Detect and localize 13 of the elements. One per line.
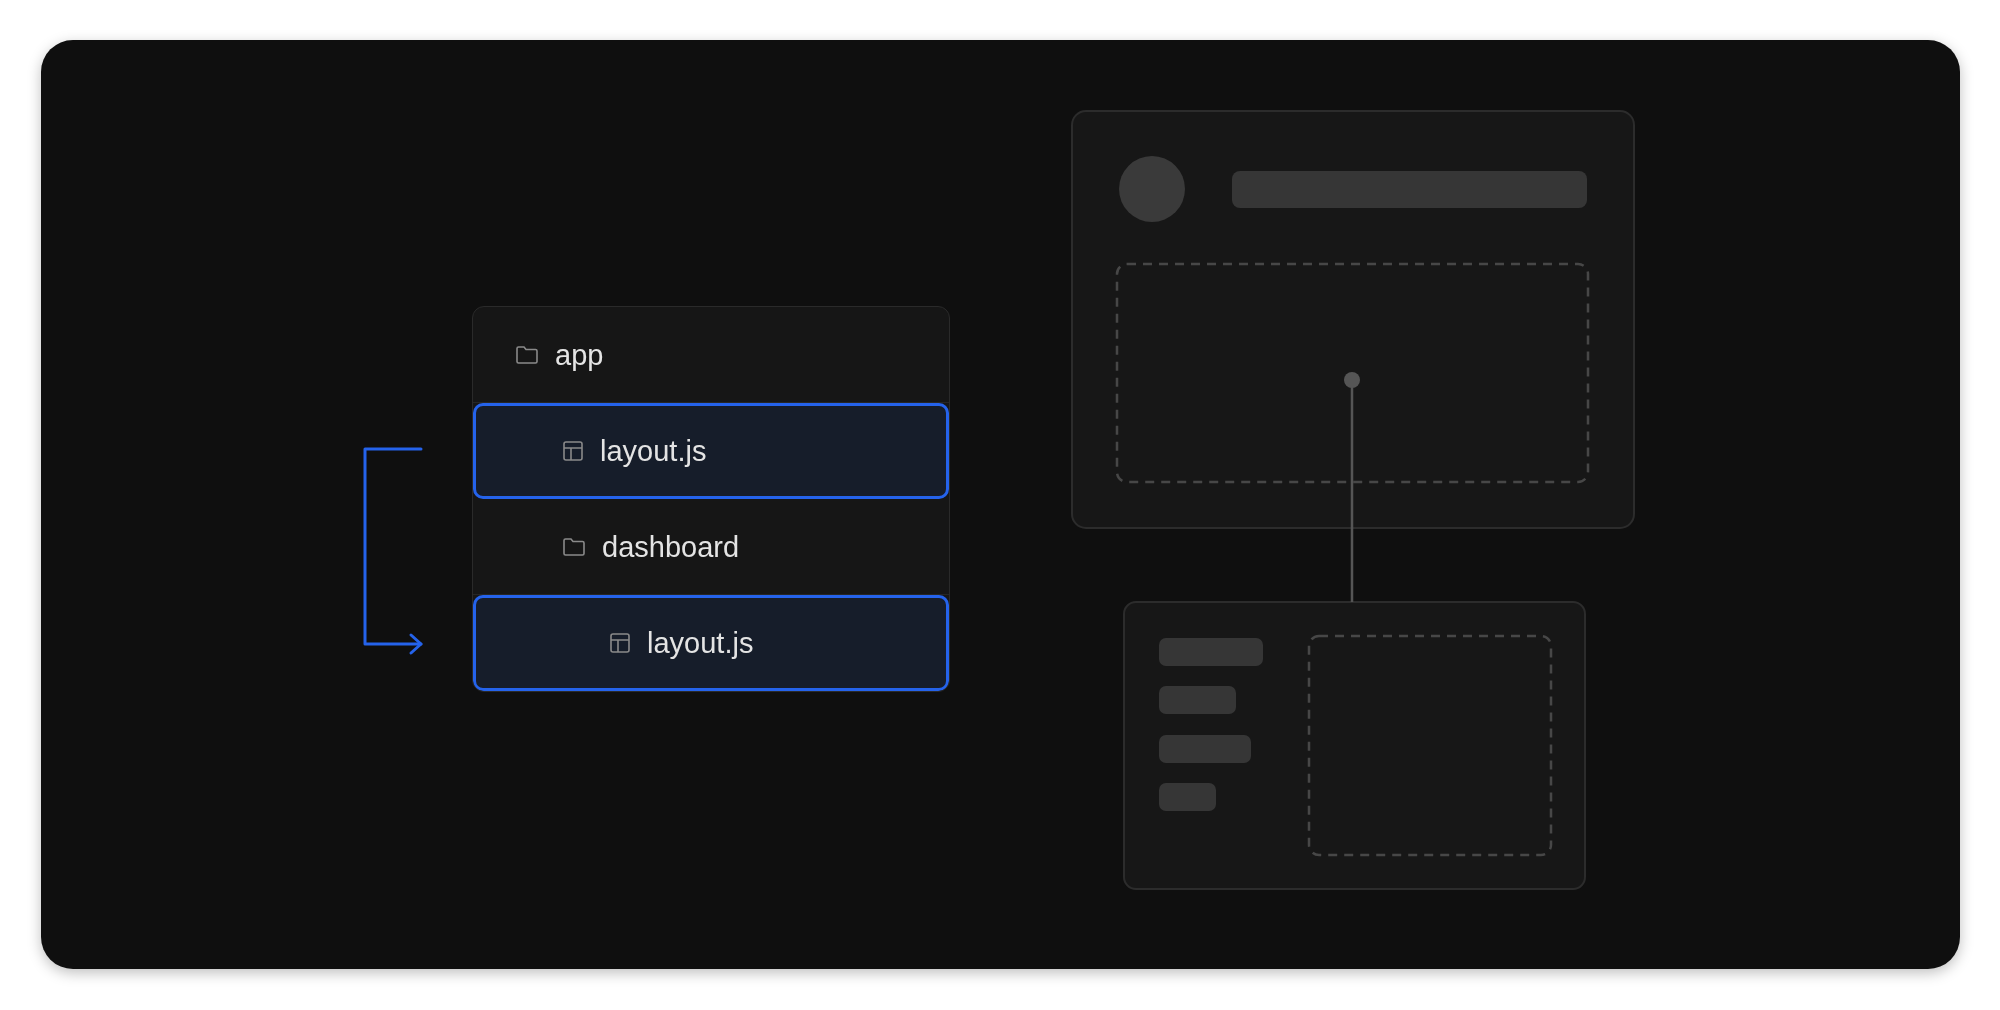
file-name: layout.js bbox=[647, 626, 754, 660]
layout-icon bbox=[562, 440, 584, 462]
folder-icon bbox=[562, 537, 586, 557]
folder-icon bbox=[515, 345, 539, 365]
tree-row-highlighted[interactable]: layout.js bbox=[473, 403, 949, 499]
nav-placeholder bbox=[1159, 783, 1216, 811]
folder-name: dashboard bbox=[602, 530, 740, 564]
tree-row-highlighted[interactable]: layout.js bbox=[473, 595, 949, 691]
layout-icon bbox=[609, 632, 631, 654]
file-name: layout.js bbox=[600, 434, 707, 468]
connector-dot bbox=[1344, 372, 1360, 388]
avatar-circle bbox=[1119, 156, 1185, 222]
folder-name: app bbox=[555, 338, 604, 372]
